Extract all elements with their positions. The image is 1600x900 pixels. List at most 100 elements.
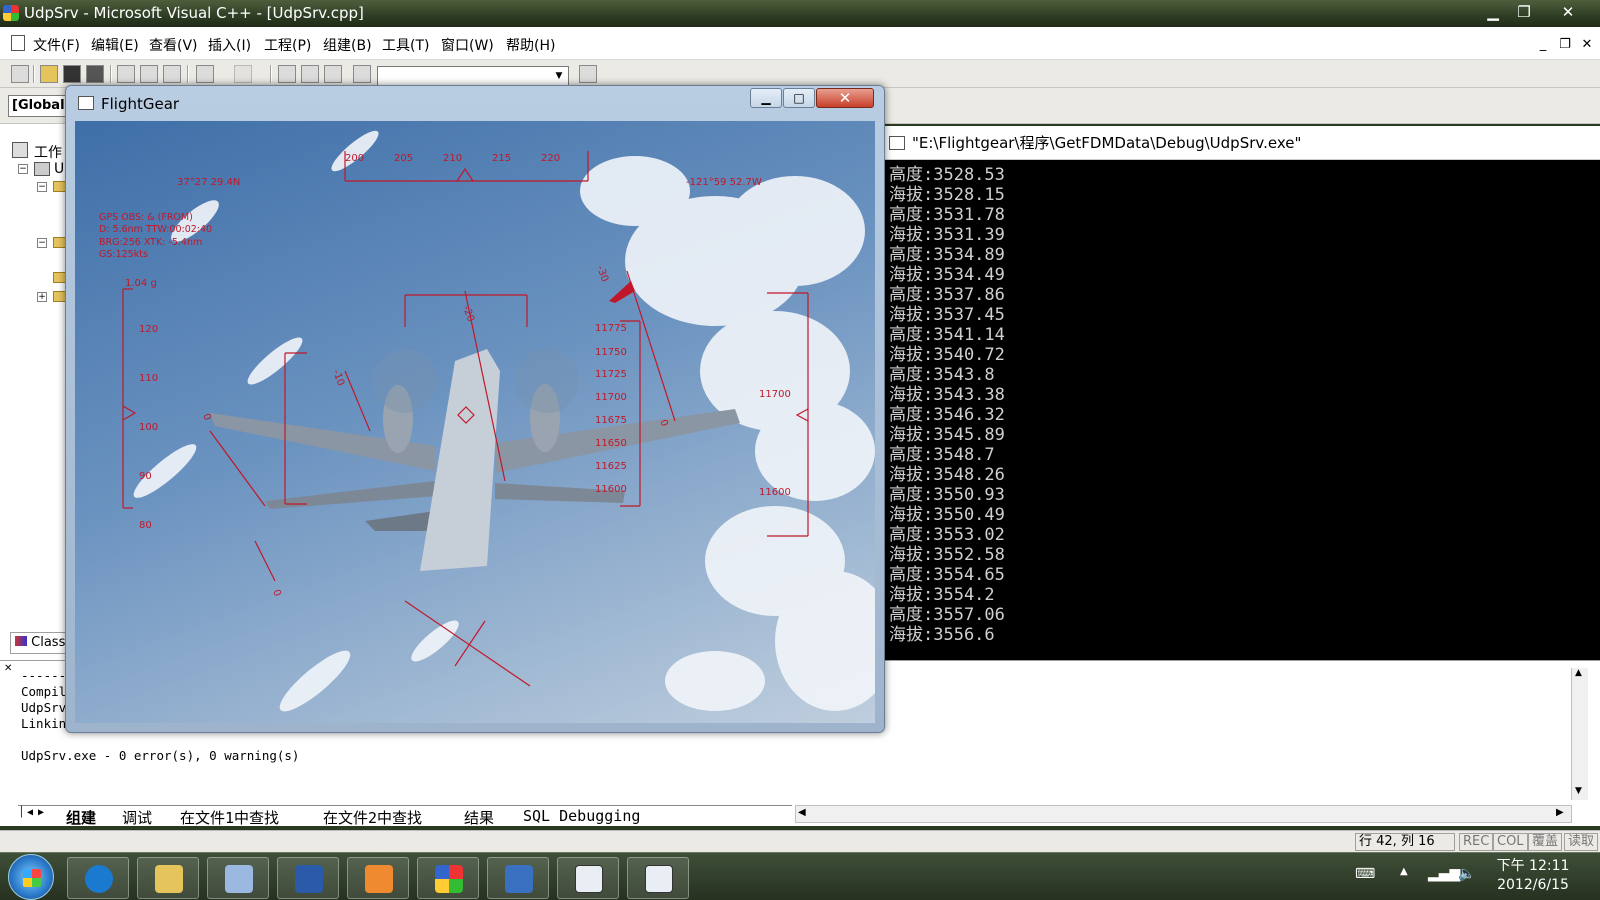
build-result: UdpSrv.exe - 0 error(s), 0 warning(s): [21, 748, 300, 763]
save-icon[interactable]: [63, 65, 81, 83]
tab-results[interactable]: 结果: [464, 807, 494, 828]
taskbar-editor-button[interactable]: [347, 857, 409, 899]
menu-help[interactable]: 帮助(H): [506, 35, 555, 55]
standard-toolbar: [0, 60, 1600, 88]
aircraft: [210, 349, 740, 571]
tree-expand-icon[interactable]: +: [37, 292, 47, 302]
taskbar-window-button[interactable]: [627, 857, 689, 899]
cut-icon[interactable]: [117, 65, 135, 83]
altitude-right-tick-label: 11700: [759, 389, 791, 400]
editor-icon: [365, 865, 393, 893]
line-column-indicator: 行 42, 列 16: [1355, 833, 1455, 851]
taskbar-explorer-button[interactable]: [137, 857, 199, 899]
output-vertical-scrollbar[interactable]: ▲ ▼: [1571, 668, 1588, 800]
window-icon: [575, 865, 603, 893]
class-view-tab[interactable]: Class: [10, 632, 66, 654]
scroll-up-icon[interactable]: ▲: [1575, 668, 1582, 678]
taskbar-sogou-button[interactable]: [67, 857, 129, 899]
tab-debug[interactable]: 调试: [122, 807, 152, 828]
flightgear-viewport[interactable]: 37°27 29.4N -121°59 52.7W GPS OBS: & (FR…: [75, 121, 875, 723]
maximize-button[interactable]: ❐: [1511, 2, 1537, 23]
save-all-icon[interactable]: [86, 65, 104, 83]
flightgear-maximize-button[interactable]: □: [783, 88, 815, 108]
flightgear-minimize-button[interactable]: ▁: [750, 88, 782, 108]
taskbar-qq-button[interactable]: [207, 857, 269, 899]
open-folder-icon[interactable]: [40, 65, 58, 83]
redo-icon[interactable]: [234, 65, 252, 83]
copy-icon[interactable]: [140, 65, 158, 83]
taskbar-window-button[interactable]: [557, 857, 619, 899]
menu-file[interactable]: 文件(F): [33, 35, 80, 55]
window-list-icon[interactable]: [324, 65, 342, 83]
tab-scroll-left-icon[interactable]: ▏◀: [21, 807, 33, 818]
toolbar-separator: [110, 65, 112, 83]
mdi-minimize-button[interactable]: _: [1533, 36, 1553, 54]
read-only-indicator: 读取: [1564, 833, 1599, 851]
status-bar: 行 42, 列 16 REC COL 覆盖 读取: [0, 830, 1600, 852]
tab-find-in-files-2[interactable]: 在文件2中查找: [323, 807, 422, 828]
minimize-button[interactable]: ▁: [1480, 2, 1506, 23]
folder-icon: [155, 865, 183, 893]
qq-icon: [225, 865, 253, 893]
keyboard-icon[interactable]: ⌨: [1355, 866, 1375, 882]
scroll-down-icon[interactable]: ▼: [1575, 786, 1582, 796]
show-hidden-icons-icon[interactable]: ▲: [1400, 866, 1408, 877]
volume-icon[interactable]: 🔈: [1458, 866, 1475, 882]
taskbar-word-button[interactable]: [277, 857, 339, 899]
project-label[interactable]: U: [54, 161, 64, 177]
menu-build[interactable]: 组建(B): [323, 35, 372, 55]
workspace-root-label[interactable]: 工作: [34, 142, 62, 162]
hud-gps-distance: D: 5.6nm TTW:00:02:40: [99, 224, 212, 235]
class-tab-label: Class: [31, 635, 66, 650]
pitch-label: 0: [200, 412, 213, 422]
project-icon: [34, 162, 50, 176]
network-icon[interactable]: ▂▄▆: [1428, 866, 1460, 882]
new-file-icon[interactable]: [11, 65, 29, 83]
output-icon[interactable]: [301, 65, 319, 83]
menu-view[interactable]: 查看(V): [149, 35, 198, 55]
overwrite-indicator: 覆盖: [1528, 833, 1563, 851]
console-icon: [889, 136, 905, 150]
menu-tools[interactable]: 工具(T): [382, 35, 429, 55]
scroll-right-icon[interactable]: ▶: [1556, 807, 1564, 818]
find-combo[interactable]: ▼: [377, 66, 569, 86]
msvc-icon: [435, 865, 463, 893]
tab-find-in-files-1[interactable]: 在文件1中查找: [180, 807, 279, 828]
taskbar-flightgear-button[interactable]: [487, 857, 549, 899]
system-clock[interactable]: 下午 12:11 2012/6/15: [1488, 857, 1578, 895]
scroll-left-icon[interactable]: ◀: [798, 807, 806, 818]
search-icon[interactable]: [579, 65, 597, 83]
start-button[interactable]: [8, 854, 54, 900]
globals-combo[interactable]: [Globals]: [8, 95, 70, 117]
undo-icon[interactable]: [196, 65, 214, 83]
pitch-label: -10: [330, 368, 346, 387]
tab-build[interactable]: 组建: [66, 807, 96, 828]
col-indicator: COL: [1493, 833, 1528, 851]
tree-expand-icon[interactable]: −: [18, 164, 28, 174]
close-button[interactable]: ✕: [1555, 2, 1581, 23]
window-icon: [645, 865, 673, 893]
tree-expand-icon[interactable]: −: [37, 238, 47, 248]
menu-project[interactable]: 工程(P): [264, 35, 311, 55]
tab-scroll-right-icon[interactable]: ▶: [38, 807, 44, 818]
altitude-tick-label: 11625: [595, 461, 627, 472]
toolbar-separator: [187, 65, 189, 83]
app-title: UdpSrv - Microsoft Visual C++ - [UdpSrv.…: [24, 4, 364, 22]
menu-window[interactable]: 窗口(W): [441, 35, 494, 55]
windows-icon: [23, 869, 41, 887]
chevron-down-icon[interactable]: ▼: [552, 69, 566, 83]
find-in-files-icon[interactable]: [353, 65, 371, 83]
workspace-icon[interactable]: [278, 65, 296, 83]
class-view-icon: [15, 636, 27, 646]
menu-insert[interactable]: 插入(I): [208, 35, 251, 55]
mdi-restore-button[interactable]: ❐: [1555, 36, 1575, 54]
menu-edit[interactable]: 编辑(E): [91, 35, 139, 55]
close-icon[interactable]: ✕: [4, 663, 12, 674]
output-horizontal-scrollbar[interactable]: ◀ ▶: [795, 805, 1572, 823]
tree-expand-icon[interactable]: −: [37, 182, 47, 192]
tab-sql-debugging[interactable]: SQL Debugging: [523, 807, 640, 825]
mdi-close-button[interactable]: ✕: [1577, 36, 1597, 54]
flightgear-close-button[interactable]: ✕: [816, 88, 874, 108]
taskbar-msvc-button[interactable]: [417, 857, 479, 899]
paste-icon[interactable]: [163, 65, 181, 83]
